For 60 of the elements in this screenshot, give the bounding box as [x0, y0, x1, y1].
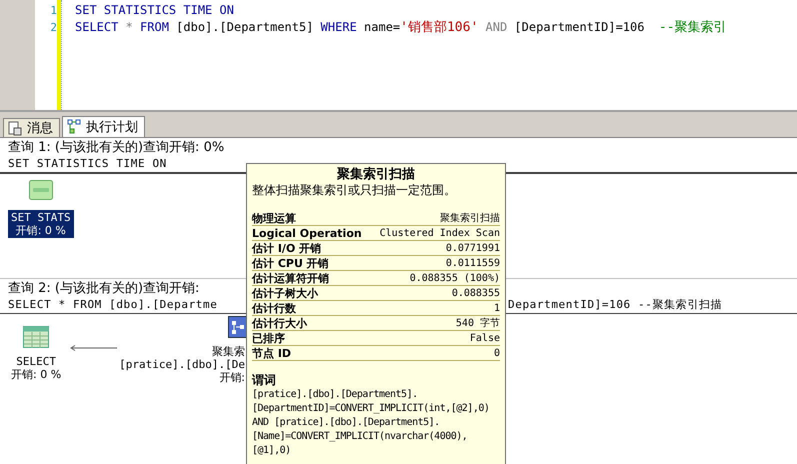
property-value: 540 字节 — [456, 316, 500, 330]
node-text: 开销: 0 % — [16, 224, 66, 237]
predicate-text: [pratice].[dbo].[Department5].[DepartmentID]=CONVERT_IMPLICIT(int,[@2],0) AND [pratice].[dbo].[Department5].[Name]=CONVERT_IMPLICIT(nvarchar(4000),[@1],0) — [252, 388, 490, 458]
property-value: 0.0111559 — [446, 256, 500, 270]
node-text: SET STATS — [11, 211, 71, 224]
property-value: 0.0771991 — [446, 242, 500, 254]
query-cost-text: 查询 1: (与该批有关的)查询开销: 0% — [8, 139, 224, 156]
property-label: 节点 ID — [252, 346, 292, 360]
query-sql-text: SET STATISTICS TIME ON — [8, 156, 168, 172]
property-value: False — [470, 332, 500, 344]
node-text: [pratice].[dbo].[De — [119, 358, 245, 371]
query-sql-text: SELECT * FROM [dbo].[Departme — [8, 297, 218, 313]
property-value: 0.088355 — [452, 286, 500, 300]
node-text: SELECT — [16, 355, 56, 368]
selected-node-label[interactable]: SET STATS 开销: 0 % — [8, 210, 74, 238]
property-value: 聚集索引扫描 — [440, 212, 500, 224]
property-label: 估计 CPU 开销 — [252, 256, 329, 270]
result-tab[interactable]: 消息 — [3, 118, 60, 137]
table-icon — [23, 326, 50, 348]
code-token: [DepartmentID]=106 — [514, 19, 646, 36]
predicate-label: 谓词 — [252, 373, 277, 388]
tsql-icon — [28, 180, 53, 200]
property-value: Clustered Index Scan — [380, 226, 500, 240]
property-value: 0.088355 (100%) — [410, 272, 500, 284]
property-label: 估计行大小 — [252, 316, 307, 330]
line-number: 1 — [50, 3, 57, 19]
property-label: 估计 I/O 开销 — [252, 242, 322, 254]
node-text: 开销: 0 % — [11, 368, 62, 381]
node-label-background[interactable]: SELECT 开销: 0 % — [8, 354, 64, 382]
node-text: 开销: — [219, 371, 245, 384]
property-label: 估计子树大小 — [252, 286, 318, 300]
code-token: name= — [363, 19, 400, 36]
arrow-icon — [70, 345, 118, 351]
code-token: AND — [484, 19, 508, 36]
plan-icon — [67, 119, 81, 135]
node-label-background[interactable]: 聚集索 [pratice].[dbo].[De 开销: — [116, 344, 248, 385]
code-token: [dbo].[Department5] — [175, 19, 314, 36]
code-token: SET STATISTICS TIME ON — [75, 2, 234, 19]
code-token: --聚集索引 — [658, 19, 727, 36]
tooltip-description: 整体扫描聚集索引或只扫描一定范围。 — [252, 183, 457, 198]
node-text: 聚集索 — [212, 345, 245, 358]
code-token: WHERE — [320, 19, 357, 36]
property-label: 估计行数 — [252, 302, 296, 314]
query-cost-text: 查询 2: (与该批有关的)查询开销: — [8, 280, 200, 297]
property-value: 0 — [494, 346, 500, 360]
code-token: '销售部106' — [400, 19, 478, 36]
property-label: 已排序 — [252, 332, 285, 344]
line-number: 2 — [50, 20, 57, 36]
result-tab[interactable]: 执行计划 — [62, 116, 145, 137]
query-sql-text: DepartmentID]=106 --聚集索引扫描 — [508, 297, 724, 313]
code-token: SELECT — [75, 19, 118, 36]
property-label: 估计运算符开销 — [252, 272, 329, 284]
property-value: 1 — [494, 302, 500, 314]
index-scan-icon — [228, 316, 248, 338]
property-label: Logical Operation — [252, 226, 362, 240]
tooltip-title: 聚集索引扫描 — [336, 167, 416, 183]
query-editor[interactable]: 1 2 SET STATISTICS TIME ON SELECT * FROM [dbo].[Department5] WHERE name='销售部106' AND [DepartmentID]=106 --聚集索引 — [0, 0, 797, 112]
code-token: FROM — [140, 19, 169, 36]
code-token: * — [124, 19, 134, 36]
property-label: 物理运算 — [252, 212, 296, 224]
